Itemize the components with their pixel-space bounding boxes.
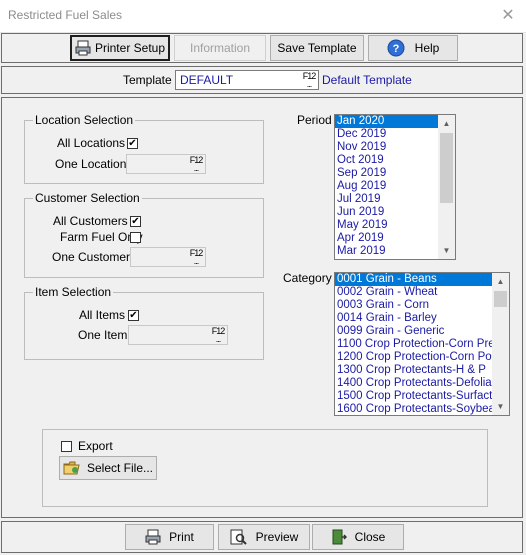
information-label: Information bbox=[189, 41, 251, 55]
help-button[interactable]: ? Help bbox=[368, 35, 458, 61]
category-list-item[interactable]: 0003 Grain - Corn bbox=[335, 299, 509, 312]
export-checkbox[interactable] bbox=[61, 441, 72, 452]
all-customers-checkbox[interactable]: ✔ bbox=[130, 216, 141, 227]
template-label: Template bbox=[123, 73, 172, 87]
template-row: Template DEFAULT F12... Default Template bbox=[1, 66, 523, 94]
all-locations-checkbox[interactable]: ✔ bbox=[127, 138, 138, 149]
period-list-item[interactable]: Dec 2019 bbox=[335, 128, 455, 141]
one-item-label: One Item bbox=[78, 328, 128, 342]
template-field[interactable]: DEFAULT F12... bbox=[175, 70, 319, 90]
template-description: Default Template bbox=[322, 73, 412, 87]
category-list-item[interactable]: 1200 Crop Protection-Corn Post bbox=[335, 351, 509, 364]
select-file-label: Select File... bbox=[86, 461, 154, 475]
period-list-item[interactable]: Jan 2020 bbox=[335, 115, 455, 128]
preview-icon bbox=[230, 529, 247, 545]
print-button[interactable]: Print bbox=[125, 524, 214, 550]
close-button[interactable]: Close bbox=[312, 524, 404, 550]
folder-icon bbox=[63, 461, 80, 475]
save-template-button[interactable]: Save Template bbox=[270, 35, 364, 61]
category-list-item[interactable]: 0001 Grain - Beans bbox=[335, 273, 509, 286]
period-list-item[interactable]: Apr 2019 bbox=[335, 232, 455, 245]
select-file-button[interactable]: Select File... bbox=[59, 456, 157, 480]
one-location-field[interactable]: F12... bbox=[126, 154, 206, 174]
period-label: Period bbox=[297, 113, 332, 127]
scroll-thumb[interactable] bbox=[440, 133, 453, 203]
information-button[interactable]: Information bbox=[174, 35, 266, 61]
category-items: 0001 Grain - Beans 0002 Grain - Wheat 0003… bbox=[335, 273, 509, 415]
item-selection-group: Item Selection All Items ✔ One Item F12.… bbox=[24, 285, 264, 360]
period-list-item[interactable]: Oct 2019 bbox=[335, 154, 455, 167]
template-value: DEFAULT bbox=[180, 73, 234, 87]
window-title: Restricted Fuel Sales bbox=[8, 8, 123, 22]
category-listbox[interactable]: 0001 Grain - Beans 0002 Grain - Wheat 0003… bbox=[334, 272, 510, 416]
period-list-item[interactable]: Jun 2019 bbox=[335, 206, 455, 219]
scroll-up-icon[interactable]: ▲ bbox=[492, 273, 509, 290]
location-selection-group: Location Selection All Locations ✔ One L… bbox=[24, 113, 264, 184]
lookup-icon[interactable]: F12... bbox=[211, 327, 226, 344]
one-item-field[interactable]: F12... bbox=[128, 325, 228, 345]
exit-door-icon bbox=[332, 529, 347, 545]
period-list-item[interactable]: Sep 2019 bbox=[335, 167, 455, 180]
period-list-item[interactable]: Mar 2019 bbox=[335, 245, 455, 258]
scroll-up-icon[interactable]: ▲ bbox=[438, 115, 455, 132]
item-selection-title: Item Selection bbox=[33, 285, 114, 299]
preview-button[interactable]: Preview bbox=[218, 524, 310, 550]
period-list-item[interactable]: Nov 2019 bbox=[335, 141, 455, 154]
save-template-label: Save Template bbox=[277, 41, 357, 55]
close-label: Close bbox=[354, 530, 386, 544]
period-items: Jan 2020 Dec 2019 Nov 2019 Oct 2019 Sep 2019… bbox=[335, 115, 455, 258]
export-group: Export Select File... bbox=[42, 429, 488, 507]
one-customer-field[interactable]: F12... bbox=[130, 247, 206, 267]
category-list-item[interactable]: 1600 Crop Protectants-Soybeans bbox=[335, 403, 509, 415]
close-window-icon[interactable]: ✕ bbox=[496, 6, 520, 26]
printer-setup-button[interactable]: Printer Setup bbox=[70, 35, 170, 61]
period-list-item[interactable]: Aug 2019 bbox=[335, 180, 455, 193]
category-list-item[interactable]: 0099 Grain - Generic bbox=[335, 325, 509, 338]
scroll-down-icon[interactable]: ▼ bbox=[492, 398, 509, 415]
period-list-item[interactable]: May 2019 bbox=[335, 219, 455, 232]
one-customer-label: One Customer bbox=[52, 250, 131, 264]
category-label: Category bbox=[283, 271, 332, 285]
lookup-icon[interactable]: F12... bbox=[189, 249, 204, 266]
scroll-thumb[interactable] bbox=[494, 291, 507, 307]
help-icon: ? bbox=[387, 39, 405, 57]
period-scrollbar[interactable]: ▲ ▼ bbox=[438, 115, 455, 259]
period-listbox[interactable]: Jan 2020 Dec 2019 Nov 2019 Oct 2019 Sep 2019… bbox=[334, 114, 456, 260]
all-items-checkbox[interactable]: ✔ bbox=[128, 310, 139, 321]
all-locations-label: All Locations bbox=[57, 136, 126, 150]
title-bar: Restricted Fuel Sales ✕ bbox=[0, 0, 526, 33]
category-list-item[interactable]: 0014 Grain - Barley bbox=[335, 312, 509, 325]
location-selection-title: Location Selection bbox=[33, 113, 136, 127]
all-customers-label: All Customers bbox=[53, 214, 128, 228]
printer-setup-label: Printer Setup bbox=[94, 41, 166, 55]
bottom-bar: Print Preview Close bbox=[1, 521, 523, 553]
farm-fuel-only-checkbox[interactable] bbox=[130, 232, 141, 243]
help-label: Help bbox=[414, 41, 440, 55]
toolbar: Printer Setup Information Save Template … bbox=[1, 33, 523, 63]
print-label: Print bbox=[169, 530, 194, 544]
period-list-item[interactable]: Jul 2019 bbox=[335, 193, 455, 206]
print-icon bbox=[145, 529, 161, 545]
export-label: Export bbox=[78, 439, 113, 453]
scroll-down-icon[interactable]: ▼ bbox=[438, 242, 455, 259]
svg-text:?: ? bbox=[392, 43, 399, 55]
lookup-icon[interactable]: F12... bbox=[302, 72, 317, 89]
category-scrollbar[interactable]: ▲ ▼ bbox=[492, 273, 509, 415]
all-items-label: All Items bbox=[79, 308, 126, 322]
preview-label: Preview bbox=[255, 530, 299, 544]
one-location-label: One Location bbox=[55, 157, 127, 171]
lookup-icon[interactable]: F12... bbox=[189, 156, 204, 173]
main-panel: Location Selection All Locations ✔ One L… bbox=[1, 97, 523, 518]
category-list-item[interactable]: 1500 Crop Protectants-Surfacta bbox=[335, 390, 509, 403]
printer-icon bbox=[75, 40, 91, 56]
customer-selection-title: Customer Selection bbox=[33, 191, 142, 205]
customer-selection-group: Customer Selection All Customers ✔ Farm … bbox=[24, 191, 264, 278]
category-list-item[interactable]: 1400 Crop Protectants-Defolian bbox=[335, 377, 509, 390]
category-list-item[interactable]: 1100 Crop Protection-Corn Pre bbox=[335, 338, 509, 351]
category-list-item[interactable]: 1300 Crop Protectants-H & P bbox=[335, 364, 509, 377]
category-list-item[interactable]: 0002 Grain - Wheat bbox=[335, 286, 509, 299]
